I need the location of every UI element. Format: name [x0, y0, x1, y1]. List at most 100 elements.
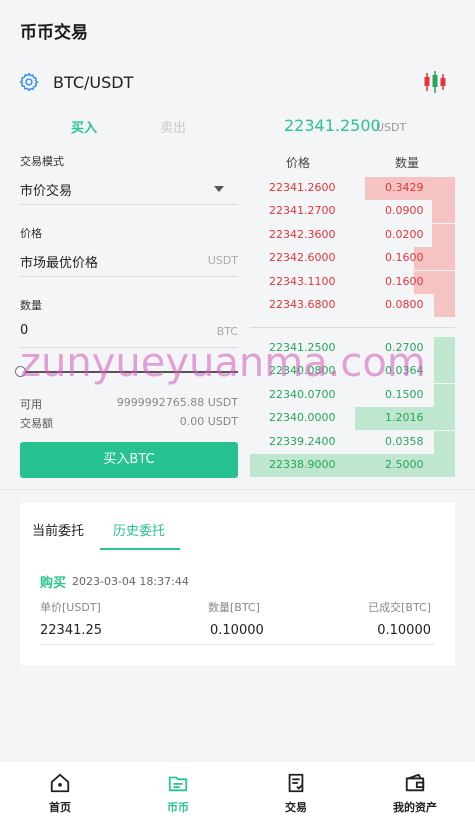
pair-selector[interactable]: BTC/USDT — [0, 66, 475, 100]
order-time: 2023-03-04 18:37:44 — [72, 575, 189, 588]
quantity-input[interactable]: 0 BTC — [20, 318, 238, 348]
ask-row[interactable]: 22342.6000 0.1600 — [250, 247, 455, 271]
trade-mode-value: 市价交易 — [20, 184, 73, 199]
bid-price: 22338.9000 — [269, 458, 336, 471]
price-unit: USDT — [207, 254, 238, 267]
buy-btc-button[interactable]: 买入BTC — [20, 442, 238, 478]
bid-qty: 0.1500 — [385, 387, 424, 401]
ask-price: 22341.2700 — [269, 204, 336, 218]
orders-panel: 当前委托 历史委托 购买 2023-03-04 18:37:44 单价[USDT… — [20, 503, 455, 665]
quantity-value: 0 — [20, 323, 29, 338]
nav-assets-label: 我的资产 — [393, 801, 437, 814]
order-qty: 0.10000 — [210, 623, 264, 638]
ask-row[interactable]: 22341.2700 0.0900 — [250, 200, 455, 224]
home-icon — [50, 773, 70, 793]
bid-row[interactable]: 22339.2400 0.0358 — [250, 430, 455, 454]
nav-trade-label: 交易 — [285, 801, 307, 814]
bid-depth-bar — [434, 383, 455, 407]
ask-qty: 0.0200 — [385, 227, 424, 241]
bid-price: 22340.0000 — [269, 411, 336, 425]
bid-row[interactable]: 22341.2500 0.2700 — [250, 337, 455, 360]
bid-qty: 2.5000 — [385, 458, 424, 471]
bid-qty: 0.2700 — [385, 341, 424, 354]
nav-trade[interactable]: 交易 — [256, 772, 336, 822]
bid-price: 22340.0700 — [269, 387, 336, 401]
bid-row[interactable]: 22338.9000 2.5000 — [250, 454, 455, 477]
bid-depth-bar — [434, 337, 455, 360]
price-value: 市场最优价格 — [20, 256, 99, 271]
ask-price: 22343.6800 — [269, 298, 336, 311]
bid-price: 22341.2500 — [269, 341, 336, 354]
ask-row[interactable]: 22342.3600 0.0200 — [250, 223, 455, 247]
ask-row[interactable]: 22343.1100 0.1600 — [250, 270, 455, 294]
nav-coin-trade[interactable]: 币币 — [138, 772, 218, 822]
available-row: 可用 9999992765.88 USDT — [20, 396, 238, 412]
slider-track[interactable] — [20, 371, 238, 373]
order-filled-header: 已成交[BTC] — [368, 601, 431, 614]
bid-qty: 1.2016 — [385, 411, 424, 425]
bid-row[interactable]: 22340.0800 0.0364 — [250, 360, 455, 384]
ask-price: 22342.6000 — [269, 251, 336, 265]
price-label: 价格 — [20, 227, 42, 240]
last-price-unit: USDT — [376, 121, 407, 134]
bid-row[interactable]: 22340.0000 1.2016 — [250, 407, 455, 431]
slider-handle[interactable] — [15, 366, 26, 377]
quantity-slider[interactable] — [15, 366, 240, 378]
orderbook-divider — [250, 327, 455, 328]
ask-qty: 0.0800 — [385, 298, 424, 311]
ask-qty: 0.1600 — [385, 251, 424, 265]
trade-mode-label: 交易模式 — [20, 155, 64, 168]
order-price-header: 单价[USDT] — [40, 601, 101, 614]
orderbook-qty-header: 数量 — [395, 156, 420, 170]
bid-price: 22340.0800 — [269, 364, 336, 378]
order-type: 购买 — [40, 576, 67, 591]
bid-row[interactable]: 22340.0700 0.1500 — [250, 383, 455, 407]
amount-row: 交易额 0.00 USDT — [20, 415, 238, 431]
bid-price: 22339.2400 — [269, 434, 336, 448]
bid-depth-bar — [434, 430, 455, 454]
order-price: 22341.25 — [40, 623, 103, 638]
gear-icon[interactable] — [18, 71, 40, 93]
orderbook-price-header: 价格 — [286, 156, 311, 170]
page-title: 币币交易 — [20, 23, 88, 43]
order-qty-header: 数量[BTC] — [208, 601, 260, 614]
ask-price: 22341.2600 — [269, 181, 336, 194]
last-price: 22341.2500 — [284, 116, 381, 135]
tab-buy[interactable]: 买入 — [71, 117, 97, 136]
tab-current-orders[interactable]: 当前委托 — [32, 520, 84, 539]
nav-home-label: 首页 — [49, 801, 71, 814]
quantity-label: 数量 — [20, 299, 42, 312]
ask-price: 22342.3600 — [269, 227, 336, 241]
ask-row[interactable]: 22341.2600 0.3429 — [250, 177, 455, 200]
amount-label: 交易额 — [20, 417, 53, 430]
section-divider — [0, 489, 475, 490]
ask-price: 22343.1100 — [269, 274, 336, 288]
price-field[interactable]: 市场最优价格 USDT — [20, 247, 238, 277]
nav-assets[interactable]: 我的资产 — [375, 772, 455, 822]
caret-down-icon — [214, 186, 224, 192]
ask-row[interactable]: 22343.6800 0.0800 — [250, 294, 455, 317]
active-tab-indicator — [100, 548, 180, 550]
wallet-icon — [168, 776, 188, 792]
tab-order-history[interactable]: 历史委托 — [113, 520, 165, 539]
ask-qty: 0.0900 — [385, 204, 424, 218]
document-icon — [288, 773, 304, 793]
purse-icon — [405, 773, 425, 792]
available-value: 9999992765.88 USDT — [116, 396, 238, 409]
available-label: 可用 — [20, 398, 42, 411]
order-filled: 0.10000 — [377, 623, 431, 638]
nav-home[interactable]: 首页 — [20, 772, 100, 822]
candlestick-chart-icon[interactable] — [422, 69, 448, 95]
amount-value: 0.00 USDT — [179, 415, 238, 428]
order-divider — [40, 644, 435, 645]
bottom-nav: 首页 币币 交易 我的资产 — [0, 761, 475, 831]
bid-qty: 0.0364 — [385, 364, 424, 378]
ask-depth-bar — [432, 223, 455, 247]
ask-depth-bar — [434, 294, 455, 317]
nav-coin-label: 币币 — [167, 801, 189, 814]
bid-depth-bar — [434, 360, 455, 384]
trade-mode-select[interactable]: 市价交易 — [20, 175, 238, 205]
pair-name[interactable]: BTC/USDT — [53, 73, 133, 92]
tab-sell[interactable]: 卖出 — [160, 117, 186, 136]
quantity-unit: BTC — [216, 325, 238, 338]
